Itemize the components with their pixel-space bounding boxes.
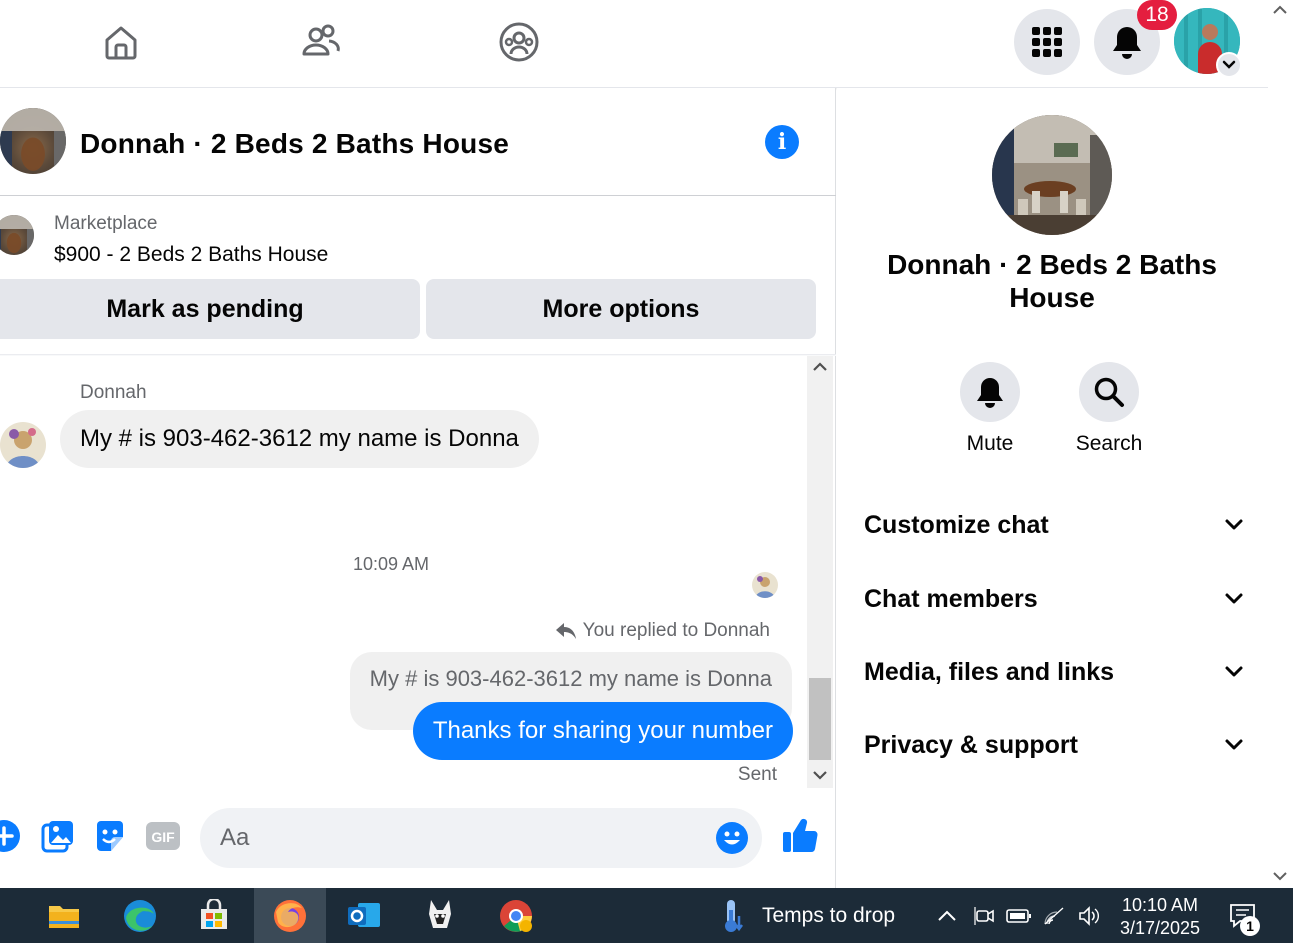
reply-context: You replied to Donnah bbox=[555, 620, 770, 642]
message-scrollbar[interactable] bbox=[807, 356, 833, 788]
section-label: Customize chat bbox=[864, 510, 1049, 539]
thermometer-icon bbox=[725, 899, 743, 932]
conversation-photo[interactable] bbox=[992, 115, 1112, 235]
scrollbar-thumb[interactable] bbox=[809, 678, 831, 760]
svg-text:GIF: GIF bbox=[151, 829, 175, 845]
chevron-down-icon bbox=[1225, 593, 1243, 604]
chat-avatar[interactable] bbox=[0, 108, 66, 174]
sender-avatar[interactable] bbox=[0, 422, 46, 468]
outgoing-message-bubble[interactable]: Thanks for sharing your number bbox=[412, 702, 793, 760]
like-icon[interactable] bbox=[780, 816, 820, 856]
section-label: Media, files and links bbox=[864, 657, 1115, 686]
section-label: Chat members bbox=[864, 584, 1038, 613]
privacy-support-section[interactable]: Privacy & support bbox=[864, 720, 1244, 770]
bell-icon bbox=[1113, 27, 1141, 59]
mute-button[interactable] bbox=[960, 362, 1020, 422]
chevron-down-icon bbox=[1222, 60, 1236, 69]
read-receipt-avatar bbox=[752, 572, 778, 598]
top-navigation-bar: 18 bbox=[0, 0, 1268, 88]
friends-icon[interactable] bbox=[298, 18, 342, 66]
chat-panel: Donnah · 2 Beds 2 Baths House i Marketpl… bbox=[0, 88, 836, 888]
listing-title[interactable]: $900 - 2 Beds 2 Baths House bbox=[54, 243, 328, 267]
show-hidden-icons-chevron-icon[interactable] bbox=[934, 903, 960, 929]
weather-text: Temps to drop bbox=[762, 903, 896, 927]
meet-now-icon[interactable] bbox=[972, 903, 998, 929]
message-list: Donnah My # is 903-462-3612 my name is D… bbox=[0, 356, 806, 788]
emoji-icon[interactable] bbox=[715, 821, 749, 855]
groups-icon[interactable] bbox=[497, 18, 541, 66]
notifications-badge: 18 bbox=[1137, 0, 1177, 30]
action-center-icon[interactable]: 1 bbox=[1228, 902, 1262, 936]
chat-title[interactable]: Donnah · 2 Beds 2 Baths House bbox=[80, 128, 509, 160]
scroll-down-arrow-icon[interactable] bbox=[1268, 866, 1293, 886]
windows-taskbar: Temps to drop 10:10 AM 3/17/2025 1 bbox=[0, 888, 1293, 943]
reply-context-label: You replied to Donnah bbox=[582, 620, 770, 641]
info-icon[interactable]: i bbox=[765, 125, 799, 159]
sender-name: Donnah bbox=[80, 382, 147, 403]
search-button[interactable] bbox=[1079, 362, 1139, 422]
scroll-down-arrow-icon[interactable] bbox=[807, 764, 833, 786]
bell-icon bbox=[977, 378, 1003, 408]
scroll-up-arrow-icon[interactable] bbox=[807, 356, 833, 378]
edge-browser-icon[interactable] bbox=[104, 888, 176, 943]
notification-count-badge: 1 bbox=[1240, 916, 1260, 936]
battery-icon[interactable] bbox=[1006, 903, 1032, 929]
conversation-info-panel: Donnah · 2 Beds 2 Baths House Mute Searc… bbox=[837, 88, 1268, 888]
clock-date: 3/17/2025 bbox=[1119, 918, 1201, 938]
listing-thumbnail[interactable] bbox=[0, 215, 34, 255]
more-options-button[interactable]: More options bbox=[426, 279, 816, 339]
menu-grid-icon bbox=[1032, 27, 1062, 57]
clock-time: 10:10 AM bbox=[1121, 895, 1199, 915]
wifi-icon[interactable] bbox=[1042, 903, 1068, 929]
incoming-message-bubble[interactable]: My # is 903-462-3612 my name is Donna bbox=[60, 410, 539, 468]
account-menu-button[interactable] bbox=[1216, 52, 1242, 78]
mark-as-pending-button[interactable]: Mark as pending bbox=[0, 279, 420, 339]
conversation-title: Donnah · 2 Beds 2 Baths House bbox=[887, 249, 1217, 313]
weather-widget[interactable]: Temps to drop bbox=[720, 888, 895, 943]
message-composer[interactable] bbox=[200, 808, 762, 868]
media-files-links-section[interactable]: Media, files and links bbox=[864, 647, 1244, 697]
chat-members-section[interactable]: Chat members bbox=[864, 574, 1244, 624]
outlook-icon[interactable] bbox=[328, 888, 400, 943]
message-input[interactable] bbox=[220, 818, 700, 858]
mute-label: Mute bbox=[966, 432, 1014, 455]
message-status: Sent bbox=[737, 764, 777, 785]
header-divider bbox=[0, 195, 836, 196]
plus-icon[interactable] bbox=[0, 818, 22, 854]
sticker-icon[interactable] bbox=[92, 818, 128, 854]
chevron-down-icon bbox=[1225, 666, 1243, 677]
chevron-down-icon bbox=[1225, 519, 1243, 530]
gif-icon[interactable]: GIF bbox=[145, 818, 181, 854]
photo-icon[interactable] bbox=[40, 818, 76, 854]
taskbar-clock[interactable]: 10:10 AM 3/17/2025 bbox=[1110, 894, 1210, 940]
chevron-down-icon bbox=[1225, 739, 1243, 750]
reply-arrow-icon bbox=[555, 623, 576, 639]
message-timestamp: 10:09 AM bbox=[352, 554, 430, 574]
search-label: Search bbox=[1075, 432, 1143, 455]
page-scrollbar[interactable] bbox=[1268, 0, 1293, 888]
section-label: Privacy & support bbox=[864, 730, 1078, 759]
volume-icon[interactable] bbox=[1076, 903, 1102, 929]
marketplace-label: Marketplace bbox=[54, 213, 158, 234]
search-icon bbox=[1094, 377, 1124, 407]
menu-grid-button[interactable] bbox=[1014, 9, 1080, 75]
chrome-icon[interactable] bbox=[480, 888, 552, 943]
file-explorer-icon[interactable] bbox=[28, 888, 100, 943]
app-icon[interactable] bbox=[404, 888, 476, 943]
customize-chat-section[interactable]: Customize chat bbox=[864, 500, 1244, 550]
microsoft-store-icon[interactable] bbox=[178, 888, 250, 943]
scroll-up-arrow-icon[interactable] bbox=[1268, 0, 1293, 20]
firefox-icon[interactable] bbox=[254, 888, 326, 943]
home-icon[interactable] bbox=[99, 18, 143, 66]
